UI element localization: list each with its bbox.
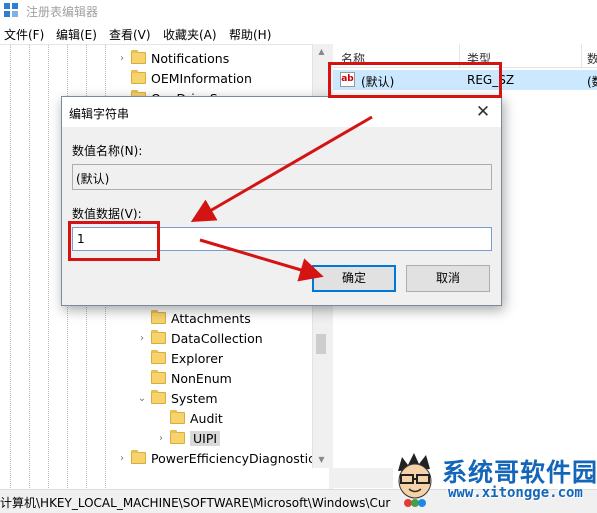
value-data-label: 数值数据(V):: [72, 207, 142, 221]
menu-help[interactable]: 帮助(H): [229, 26, 271, 43]
tree-item-label: DataCollection: [171, 330, 263, 346]
tree-item-system[interactable]: ⌄ System: [136, 388, 218, 408]
title-bar: 注册表编辑器: [0, 0, 597, 22]
tree-item-attachments[interactable]: Attachments: [136, 308, 251, 328]
tree-item-label: Audit: [190, 410, 223, 426]
folder-icon: [131, 450, 146, 464]
tree-item-oeminformation[interactable]: OEMInformation: [116, 68, 252, 88]
value-data: (数: [587, 75, 597, 89]
tree-item-label: Attachments: [171, 310, 251, 326]
mascot-face-icon: [398, 453, 432, 507]
menu-file[interactable]: 文件(F): [4, 26, 44, 43]
menu-view[interactable]: 查看(V): [109, 26, 151, 43]
list-hscrollbar[interactable]: [333, 468, 393, 488]
tree-item-explorer[interactable]: Explorer: [136, 348, 223, 368]
tree-item-label: UIPI: [190, 430, 221, 446]
folder-icon: [170, 430, 185, 444]
chevron-down-icon[interactable]: ⌄: [136, 393, 148, 404]
cancel-button[interactable]: 取消: [406, 265, 490, 292]
close-icon[interactable]: ✕: [473, 102, 493, 122]
scrollbar-thumb[interactable]: [316, 334, 326, 354]
chevron-right-icon[interactable]: ›: [116, 53, 128, 64]
tree-item-label: PowerEfficiencyDiagnostics: [151, 450, 322, 466]
tree-item-label: OEMInformation: [151, 70, 252, 86]
watermark-url: www.xitongge.com: [448, 485, 583, 501]
scroll-down-arrow-icon[interactable]: ▼: [313, 452, 330, 468]
value-name-label: 数值名称(N):: [72, 144, 143, 158]
tree-item-uipi[interactable]: › UIPI: [155, 428, 221, 448]
regedit-icon: [4, 3, 20, 19]
column-data[interactable]: 数: [587, 50, 597, 67]
menu-edit[interactable]: 编辑(E): [56, 26, 97, 43]
folder-icon: [151, 330, 166, 344]
edit-string-dialog: 编辑字符串 ✕ 数值名称(N): (默认) 数值数据(V): 确定 取消: [61, 96, 502, 306]
tree-item-audit[interactable]: Audit: [155, 408, 223, 428]
scroll-up-arrow-icon[interactable]: ▲: [313, 44, 330, 60]
tree-item-notifications[interactable]: › Notifications: [116, 48, 229, 68]
tree-item-label: System: [171, 390, 218, 406]
folder-icon: [170, 410, 185, 424]
ok-button[interactable]: 确定: [312, 265, 396, 292]
tree-item-label: NonEnum: [171, 370, 232, 386]
watermark-brand: 系统哥软件园: [442, 458, 597, 487]
tree-item-label: Explorer: [171, 350, 224, 366]
dialog-title: 编辑字符串: [69, 107, 130, 121]
tree-item-nonenum[interactable]: NonEnum: [136, 368, 232, 388]
folder-icon: [151, 310, 166, 324]
chevron-right-icon[interactable]: ›: [116, 453, 128, 464]
chevron-right-icon[interactable]: ›: [136, 333, 148, 344]
highlight-box-default-value: [328, 62, 502, 98]
dialog-title-bar: 编辑字符串 ✕: [62, 97, 501, 127]
folder-icon: [131, 70, 146, 84]
folder-icon: [151, 390, 166, 404]
folder-icon: [151, 350, 166, 364]
window-title: 注册表编辑器: [26, 5, 99, 19]
registry-path: 计算机\HKEY_LOCAL_MACHINE\SOFTWARE\Microsof…: [0, 496, 391, 510]
highlight-box-data-input: [68, 221, 160, 261]
tree-item-powerefficiencydiagnostics[interactable]: › PowerEfficiencyDiagnostics: [116, 448, 322, 468]
watermark-logo: 系统哥软件园 www.xitongge.com: [392, 447, 597, 513]
chevron-right-icon[interactable]: ›: [155, 433, 167, 444]
folder-icon: [151, 370, 166, 384]
menu-bar: 文件(F) 编辑(E) 查看(V) 收藏夹(A) 帮助(H): [0, 24, 597, 44]
value-name-field: (默认): [72, 164, 492, 190]
tree-item-datacollection[interactable]: › DataCollection: [136, 328, 263, 348]
tree-item-label: Notifications: [151, 50, 230, 66]
menu-favorites[interactable]: 收藏夹(A): [163, 26, 217, 43]
folder-icon: [131, 50, 146, 64]
